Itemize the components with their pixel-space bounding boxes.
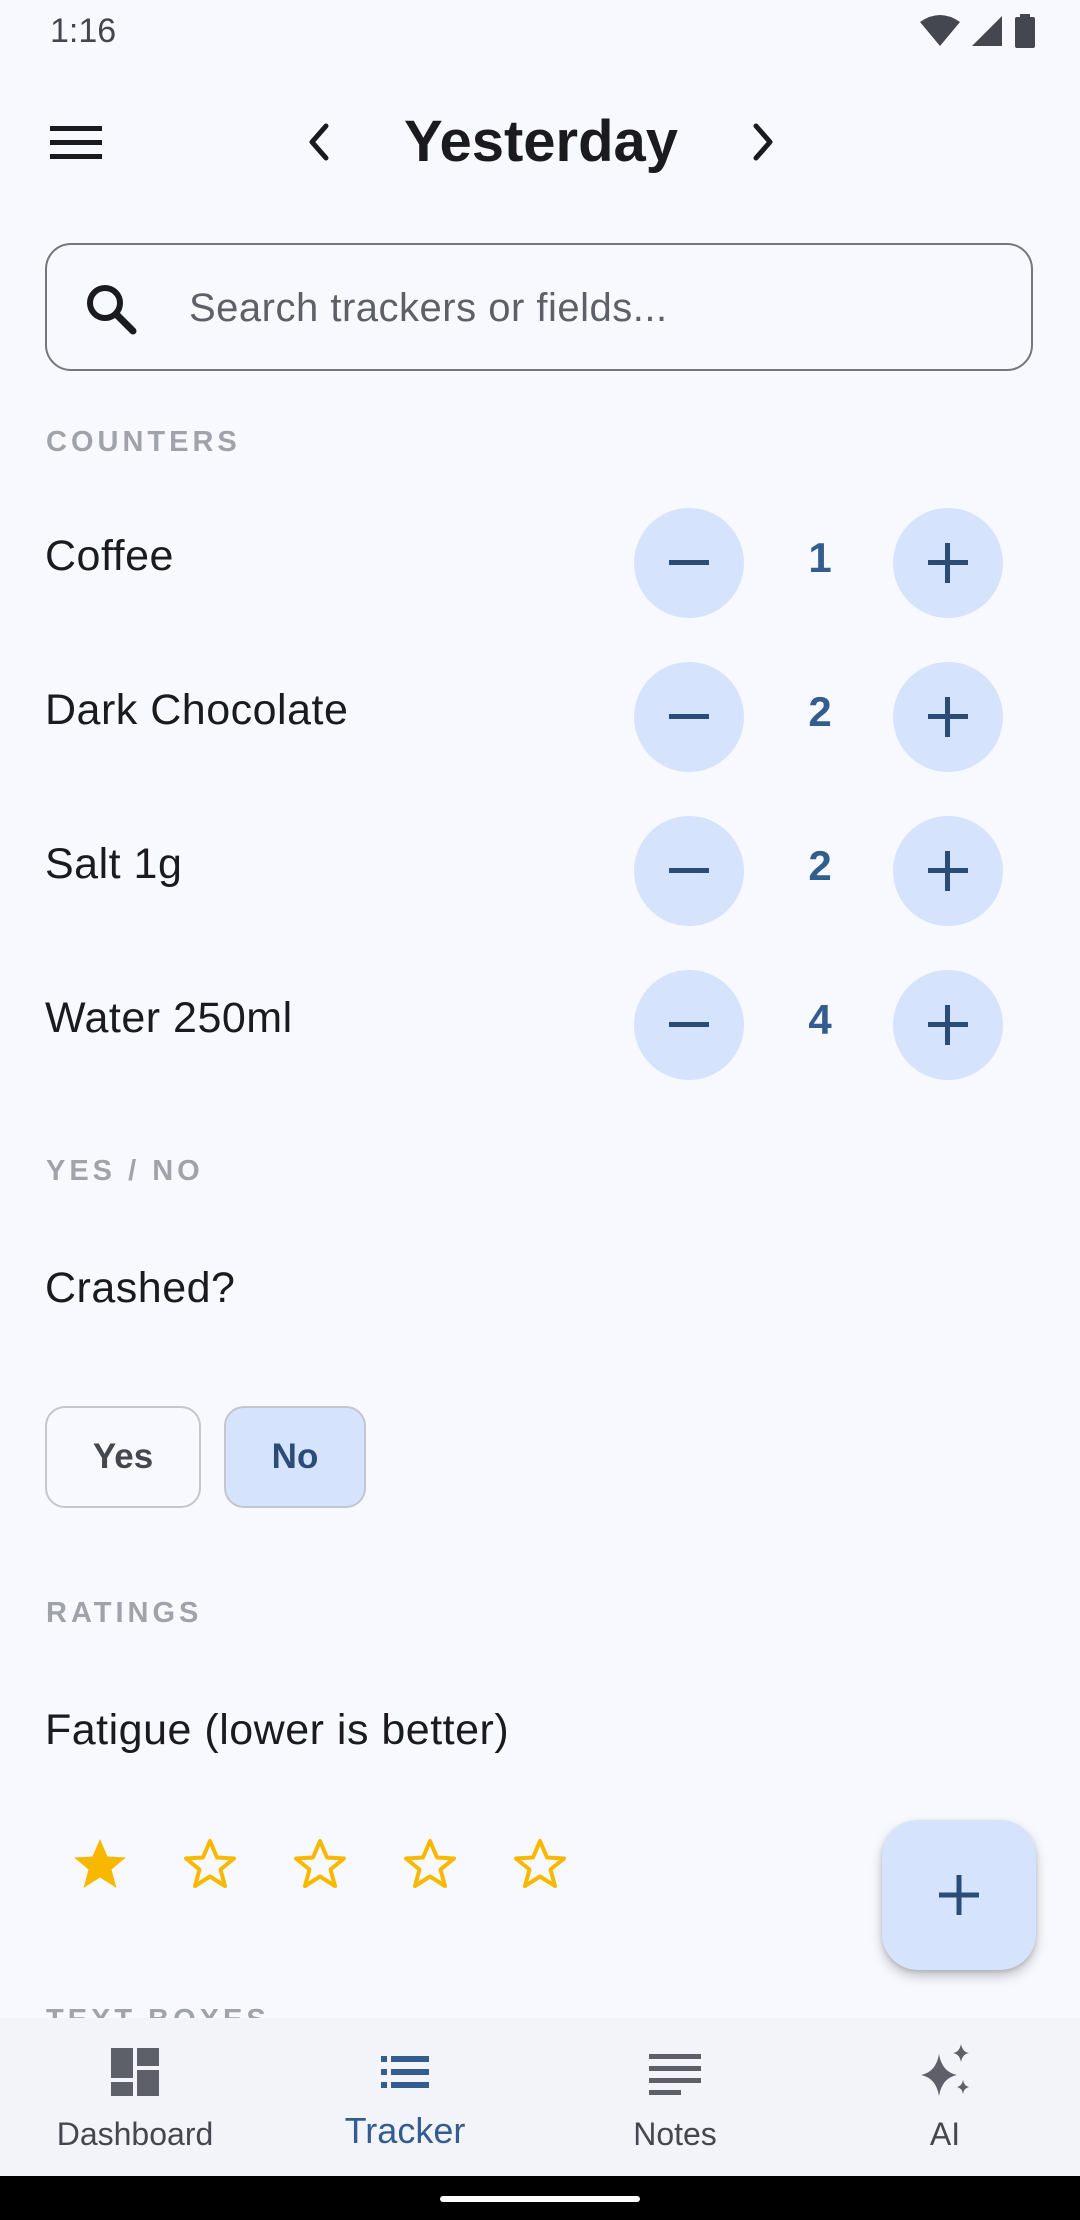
star-outline-icon[interactable]: [400, 1835, 460, 1895]
previous-day-button[interactable]: [290, 110, 346, 174]
plus-icon: [939, 1875, 979, 1915]
counter-row: Coffee 1: [0, 508, 1080, 618]
status-time: 1:16: [50, 12, 117, 50]
chevron-right-icon: [753, 123, 773, 161]
decrement-button[interactable]: [634, 662, 744, 772]
increment-button[interactable]: [893, 970, 1003, 1080]
star-outline-icon[interactable]: [510, 1835, 570, 1895]
minus-icon: [669, 714, 709, 719]
minus-icon: [669, 560, 709, 565]
decrement-button[interactable]: [634, 508, 744, 618]
star-rating: [70, 1835, 570, 1895]
counter-label: Water 250ml: [45, 994, 293, 1042]
yes-no-question-label: Crashed?: [45, 1264, 236, 1312]
section-header-yes-no: YES / NO: [46, 1155, 204, 1187]
minus-icon: [669, 868, 709, 873]
chevron-left-icon: [309, 123, 329, 161]
plus-icon: [928, 543, 968, 583]
notes-icon: [649, 2054, 701, 2095]
rating-label: Fatigue (lower is better): [45, 1706, 510, 1754]
search-icon: [87, 285, 137, 335]
counter-value: 2: [808, 842, 832, 889]
increment-button[interactable]: [893, 508, 1003, 618]
plus-icon: [928, 1005, 968, 1045]
no-button[interactable]: No: [224, 1406, 366, 1508]
minus-icon: [669, 1022, 709, 1027]
yes-button[interactable]: Yes: [45, 1406, 201, 1508]
nav-ai[interactable]: AI: [810, 2018, 1080, 2176]
nav-label: Notes: [633, 2116, 717, 2152]
hamburger-menu-icon: [50, 126, 102, 159]
counter-row: Water 250ml 4: [0, 970, 1080, 1080]
nav-label: Dashboard: [56, 2116, 214, 2152]
star-outline-icon[interactable]: [290, 1835, 350, 1895]
star-filled-icon[interactable]: [70, 1835, 130, 1895]
menu-button[interactable]: [38, 112, 114, 172]
counter-row: Dark Chocolate 2: [0, 662, 1080, 772]
counter-label: Coffee: [45, 532, 174, 580]
counter-label: Salt 1g: [45, 840, 183, 888]
decrement-button[interactable]: [634, 970, 744, 1080]
counter-value: 2: [808, 688, 832, 735]
nav-notes[interactable]: Notes: [540, 2018, 810, 2176]
dashboard-icon: [111, 2048, 159, 2096]
next-day-button[interactable]: [736, 110, 792, 174]
nav-dashboard[interactable]: Dashboard: [0, 2018, 270, 2176]
decrement-button[interactable]: [634, 816, 744, 926]
top-app-bar: Yesterday: [0, 90, 1080, 195]
status-icons: [920, 14, 1036, 48]
counter-value: 4: [808, 996, 832, 1043]
increment-button[interactable]: [893, 816, 1003, 926]
plus-icon: [928, 851, 968, 891]
battery-icon: [1015, 14, 1035, 48]
section-header-ratings: RATINGS: [46, 1597, 203, 1629]
sparkle-icon: [921, 2044, 969, 2096]
nav-label: Tracker: [344, 2110, 466, 2151]
counter-value: 1: [808, 534, 832, 581]
increment-button[interactable]: [893, 662, 1003, 772]
home-indicator[interactable]: [440, 2196, 640, 2202]
star-outline-icon[interactable]: [180, 1835, 240, 1895]
counter-label: Dark Chocolate: [45, 686, 349, 734]
section-header-counters: COUNTERS: [46, 426, 241, 458]
search-input[interactable]: [187, 245, 1011, 371]
search-box[interactable]: [45, 243, 1033, 371]
add-tracker-fab[interactable]: [882, 1820, 1036, 1970]
counter-row: Salt 1g 2: [0, 816, 1080, 926]
cell-signal-icon: [972, 16, 1002, 46]
nav-label: AI: [929, 2116, 961, 2152]
system-navigation-bar: [0, 2176, 1080, 2220]
nav-tracker[interactable]: Tracker: [270, 2018, 540, 2176]
list-icon: [381, 2056, 429, 2088]
page-title: Yesterday: [403, 109, 679, 174]
wifi-icon: [920, 15, 960, 46]
plus-icon: [928, 697, 968, 737]
bottom-navigation: Dashboard Tracker Notes AI: [0, 2018, 1080, 2176]
status-bar: 1:16: [0, 0, 1080, 66]
